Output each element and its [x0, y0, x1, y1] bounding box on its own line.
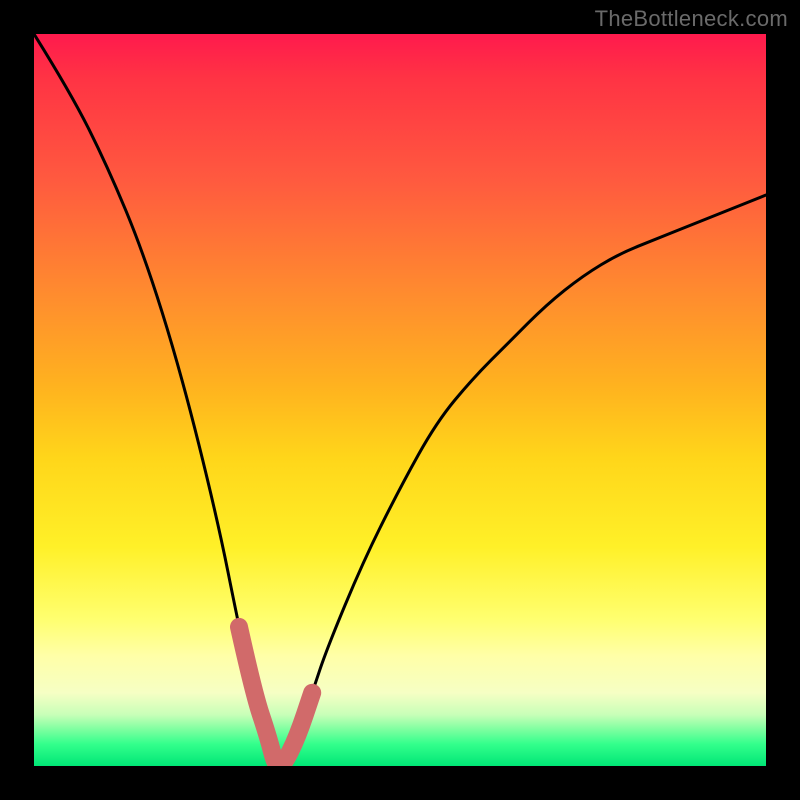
plot-area	[34, 34, 766, 766]
curve-svg	[34, 34, 766, 766]
chart-frame: TheBottleneck.com	[0, 0, 800, 800]
bottleneck-highlight	[239, 627, 312, 766]
bottleneck-curve	[34, 34, 766, 766]
watermark-text: TheBottleneck.com	[595, 6, 788, 32]
